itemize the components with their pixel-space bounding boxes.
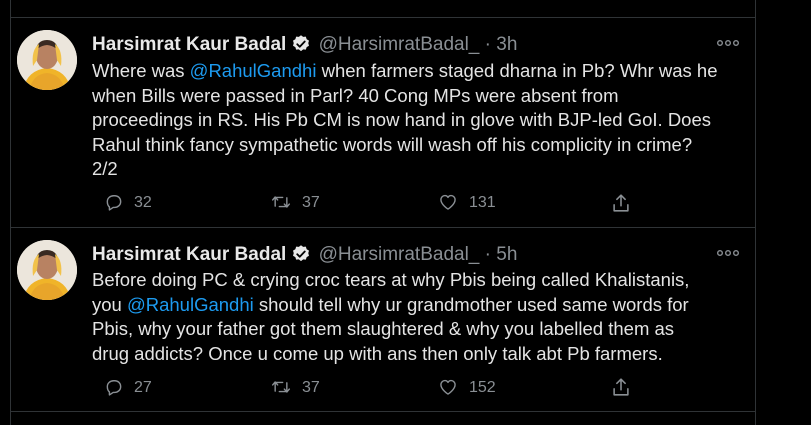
share-button[interactable] [610, 376, 642, 398]
mention-link[interactable]: @RahulGandhi [127, 294, 254, 315]
tweet-text-line: Rahul think fancy sympathetic words will… [92, 133, 693, 155]
author-name[interactable]: Harsimrat Kaur Badal [92, 244, 286, 265]
retweet-count: 37 [302, 194, 320, 211]
divider [10, 17, 755, 18]
retweet-icon [271, 196, 291, 208]
tweet-text-line: proceedings in RS. His Pb CM is now hand… [92, 109, 712, 130]
like-icon [440, 194, 456, 210]
retweet-button[interactable]: 37 [270, 192, 320, 214]
like-icon [440, 379, 456, 395]
text-segment: Where was [92, 60, 190, 81]
avatar-image [17, 30, 77, 90]
like-button[interactable]: 131 [437, 192, 496, 214]
timestamp[interactable]: 3h [496, 34, 517, 55]
text-segment: should tell why ur grandmother used same… [253, 293, 689, 315]
avatar[interactable] [17, 30, 77, 90]
text-segment: when farmers staged dharna in Pb? Whr wa… [316, 60, 718, 81]
tweet-text-line: 2/2 [92, 158, 118, 179]
reply-button[interactable]: 32 [104, 192, 152, 214]
share-icon [613, 378, 629, 396]
reply-button[interactable]: 27 [104, 377, 152, 399]
reply-count: 27 [134, 379, 152, 396]
separator-dot: · [484, 244, 491, 265]
verified-badge-icon [291, 34, 311, 61]
like-button[interactable]: 152 [437, 377, 496, 399]
reply-icon [106, 380, 122, 396]
share-button[interactable] [610, 192, 642, 214]
separator-dot: · [484, 34, 491, 55]
avatar[interactable] [17, 240, 77, 300]
author-handle[interactable]: @HarsimratBadal_ [319, 34, 480, 55]
reply-count: 32 [134, 194, 152, 211]
more-options-icon[interactable] [716, 246, 740, 262]
author-name[interactable]: Harsimrat Kaur Badal [92, 34, 286, 55]
timestamp[interactable]: 5h [496, 244, 517, 265]
avatar-image [17, 240, 77, 300]
divider [10, 411, 755, 412]
reply-icon [106, 195, 122, 211]
author-handle[interactable]: @HarsimratBadal_ [319, 244, 480, 265]
share-icon [613, 194, 629, 212]
retweet-button[interactable]: 37 [270, 377, 320, 399]
tweet-text-line: drug addicts? Once u come up with ans th… [92, 342, 663, 364]
text-segment: you [92, 293, 127, 315]
mention-link[interactable]: @RahulGandhi [190, 60, 317, 81]
more-options-icon[interactable] [716, 36, 740, 52]
tweet-text-line: when Bills were passed in Parl? 40 Cong … [92, 84, 619, 106]
like-count: 131 [469, 194, 496, 211]
retweet-icon [271, 381, 291, 393]
tweet-text: Where was @RahulGandhi when farmers stag… [92, 59, 732, 182]
tweet-header: Harsimrat Kaur Badal @HarsimratBadal_ · … [92, 243, 517, 267]
tweet-text: Before doing PC & crying croc tears at w… [92, 268, 732, 366]
tweet-text-line: you @RahulGandhi should tell why ur gran… [92, 293, 732, 318]
like-count: 152 [469, 379, 496, 396]
retweet-count: 37 [302, 379, 320, 396]
tweet-text-line: Pbis, why your father got them slaughter… [92, 318, 675, 339]
verified-badge-icon [291, 244, 311, 271]
tweet-text-line: Before doing PC & crying croc tears at w… [92, 269, 690, 290]
tweet-text-line: Where was @RahulGandhi when farmers stag… [92, 59, 732, 84]
divider [10, 227, 755, 228]
tweet-header: Harsimrat Kaur Badal @HarsimratBadal_ · … [92, 33, 517, 57]
